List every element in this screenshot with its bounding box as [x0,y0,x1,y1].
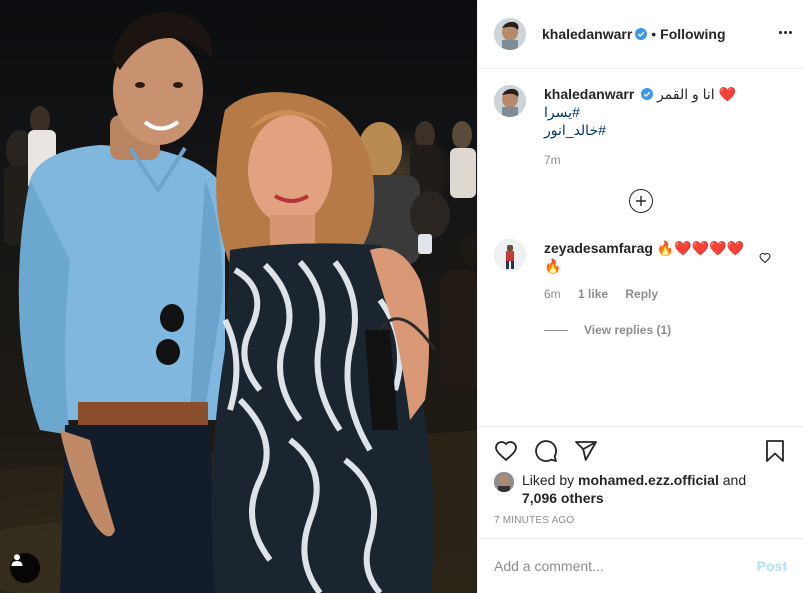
liked-by-and: and [722,472,747,488]
comment-like-button[interactable] [759,251,771,269]
verified-badge-icon [635,28,648,40]
comment-author[interactable]: zeyadesamfarag [544,240,653,256]
post-photo[interactable] [0,0,477,593]
likes-summary: Liked by mohamed.ezz.official and 7,096 … [494,471,787,507]
following-button[interactable]: Following [660,26,725,42]
hashtag-link[interactable]: #خالد_انور [544,121,736,139]
share-button[interactable] [574,439,598,463]
like-button[interactable] [494,439,518,463]
liked-by-prefix: Liked by [522,472,575,488]
comments-section[interactable]: khaledanwarr انا و القمر ❤️ #يسرا #خالد_… [478,69,803,425]
author-avatar[interactable] [494,18,526,50]
caption-text-line: khaledanwarr انا و القمر ❤️ [544,85,736,103]
liked-by-user[interactable]: mohamed.ezz.official [578,472,719,488]
heart-icon [495,441,517,462]
header-separator: • [651,26,657,42]
view-replies-line [544,329,568,331]
plus-icon [635,196,646,206]
liker-avatar[interactable] [494,472,514,492]
caption-author[interactable]: khaledanwarr [544,86,634,102]
view-replies-button[interactable]: View replies (1) [544,323,757,337]
comment-meta: 6m 1 like Reply [544,287,757,301]
comment-icon [535,440,557,462]
caption-time[interactable]: 7m [544,153,736,167]
post-header: khaledanwarr • Following [478,0,803,69]
post-side-panel: khaledanwarr • Following khaledanwarr ان… [477,0,803,593]
comment-text-line: zeyadesamfarag 🔥❤️❤️❤️❤️ 🔥 [544,239,757,275]
comment-button[interactable] [534,439,558,463]
caption-text: انا و القمر ❤️ [657,86,737,102]
commenter-avatar-image [494,239,526,271]
comment-text: 🔥❤️❤️❤️❤️ [656,240,745,256]
commenter-avatar[interactable] [494,239,526,271]
post-timestamp[interactable]: 7 MINUTES AGO [494,515,787,526]
view-replies-label: View replies (1) [584,323,672,337]
action-icons [494,437,787,465]
reply-button[interactable]: Reply [625,287,658,301]
caption-avatar[interactable] [494,85,526,117]
add-comment-bar: Post [478,538,803,593]
load-more-comments-icon[interactable] [628,189,653,213]
comment-time[interactable]: 6m [544,287,561,301]
more-options-icon[interactable] [775,22,795,42]
caption-row: khaledanwarr انا و القمر ❤️ #يسرا #خالد_… [494,85,787,167]
comment-row: zeyadesamfarag 🔥❤️❤️❤️❤️ 🔥 6m 1 like Rep… [494,239,787,337]
load-more-comments[interactable] [494,189,787,213]
add-comment-input[interactable] [494,558,757,574]
save-button[interactable] [763,439,787,463]
author-avatar-image [494,18,526,50]
author-username[interactable]: khaledanwarr [542,26,632,42]
post-comment-button[interactable]: Post [757,558,787,574]
likes-text: Liked by mohamed.ezz.official and 7,096 … [522,471,746,507]
hashtag-link[interactable]: #يسرا [544,103,736,121]
liker-avatar-image [494,472,514,492]
photo-illustration [0,12,477,593]
bookmark-icon [766,440,784,462]
caption-avatar-image [494,85,526,117]
comment-likes[interactable]: 1 like [578,287,608,301]
heart-icon [759,252,771,264]
user-tag-icon [11,554,23,566]
share-icon [575,441,597,461]
user-tag-button[interactable] [10,553,40,583]
comment-text-continued: 🔥 [544,258,562,274]
verified-badge-icon [641,88,654,100]
post-actions: Liked by mohamed.ezz.official and 7,096 … [478,426,803,526]
liked-by-others[interactable]: 7,096 others [522,490,604,506]
